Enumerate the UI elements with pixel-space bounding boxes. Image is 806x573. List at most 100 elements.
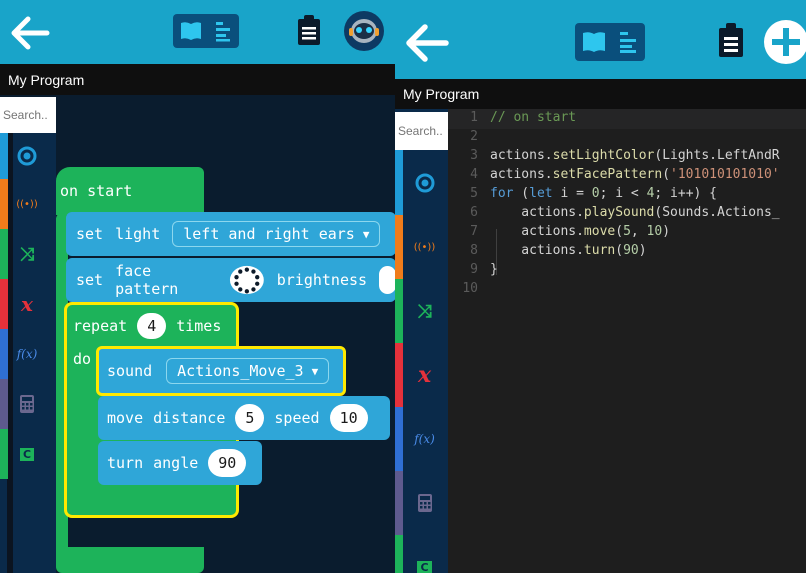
code-line[interactable]: actions.setLightColor(Lights.LeftAndR — [490, 148, 780, 163]
set-light-block[interactable]: set light left and right ears ▼ — [66, 212, 395, 256]
clipboard-icon[interactable] — [296, 14, 322, 46]
text-lines-icon[interactable] — [618, 30, 640, 54]
code-editor[interactable]: 1 2 3 4 5 6 7 8 9 10 // on start actions.setLightC… — [448, 109, 806, 573]
repeat-count-input[interactable]: 4 — [137, 313, 167, 339]
top-toolbar — [395, 0, 806, 79]
category-stripe — [0, 133, 8, 179]
speed-label: speed — [274, 409, 320, 427]
on-start-block[interactable]: on start — [56, 167, 204, 215]
arrow-left-icon[interactable] — [405, 24, 449, 62]
line-number: 1 — [470, 110, 478, 125]
category-stripe — [0, 379, 8, 429]
light-dropdown[interactable]: left and right ears ▼ — [172, 221, 381, 247]
category-variables[interactable]: x — [395, 343, 448, 407]
face-pattern-label: face pattern — [115, 262, 179, 298]
category-stripe — [0, 329, 8, 379]
on-start-label: on start — [60, 182, 133, 200]
javascript-editor-panel: My Program ((•)) ⤨ x f(x) — [395, 0, 806, 573]
category-stripe — [395, 279, 403, 343]
clipboard-icon[interactable] — [717, 22, 745, 58]
times-label: times — [176, 317, 222, 335]
page-title: My Program — [0, 64, 395, 95]
caret-down-icon: ▼ — [311, 364, 319, 378]
category-math[interactable] — [0, 379, 56, 429]
category-custom[interactable]: C — [395, 535, 448, 573]
category-functions[interactable]: f(x) — [0, 329, 56, 379]
calculator-icon — [417, 494, 432, 512]
blocks-workspace[interactable]: ((•)) ⤨ x f(x) C on start — [0, 95, 395, 573]
category-custom[interactable]: C — [0, 429, 56, 479]
category-stripe — [0, 229, 8, 279]
turn-keyword: turn — [107, 454, 144, 472]
variable-x-icon: x — [21, 292, 33, 316]
calculator-icon — [20, 395, 34, 413]
target-icon — [415, 173, 434, 192]
search-input[interactable] — [395, 112, 448, 150]
search-input[interactable] — [0, 97, 56, 133]
code-line[interactable]: actions.setFacePattern('101010101010' — [490, 167, 780, 182]
sound-block[interactable]: sound Actions_Move_3 ▼ — [96, 346, 346, 396]
code-line[interactable]: } — [490, 262, 498, 277]
plus-circle-icon[interactable] — [763, 19, 806, 65]
category-math[interactable] — [395, 471, 448, 535]
view-toggle[interactable] — [575, 23, 645, 61]
category-stripe — [0, 279, 8, 329]
category-stripe — [395, 150, 403, 215]
repeat-header: repeat 4 times — [67, 305, 236, 347]
brightness-input[interactable] — [379, 266, 395, 294]
shuffle-icon: ⤨ — [19, 243, 35, 265]
category-loops[interactable]: ⤨ — [395, 279, 448, 343]
angle-input[interactable]: 90 — [208, 449, 247, 477]
line-number: 4 — [470, 167, 478, 182]
code-line[interactable]: // on start — [490, 110, 576, 125]
sound-dropdown[interactable]: Actions_Move_3 ▼ — [166, 358, 330, 384]
view-toggle[interactable] — [173, 14, 239, 48]
light-value: left and right ears — [183, 225, 355, 243]
category-stripe — [0, 429, 8, 479]
category-stripe — [395, 535, 403, 573]
category-stripe — [395, 343, 403, 407]
sound-value: Actions_Move_3 — [177, 362, 304, 380]
light-label: light — [115, 225, 161, 243]
turn-block[interactable]: turn angle 90 — [98, 441, 262, 485]
distance-input[interactable]: 5 — [235, 404, 265, 432]
text-lines-icon[interactable] — [214, 20, 234, 42]
category-loops[interactable]: ⤨ — [0, 229, 56, 279]
category-stripe — [395, 215, 403, 279]
code-line[interactable]: for (let i = 0; i < 4; i++) { — [490, 186, 717, 201]
book-icon[interactable] — [581, 30, 607, 54]
code-line[interactable]: actions.playSound(Sounds.Actions_ — [490, 205, 779, 220]
top-toolbar — [0, 0, 395, 64]
move-block[interactable]: move distance 5 speed 10 — [98, 396, 390, 440]
book-icon[interactable] — [179, 20, 203, 42]
code-line[interactable]: actions.turn(90) — [490, 243, 646, 258]
category-sound[interactable]: ((•)) — [0, 179, 56, 229]
line-number: 7 — [470, 224, 478, 239]
set-keyword: set — [76, 271, 104, 289]
category-events[interactable] — [395, 150, 448, 215]
category-variables[interactable]: x — [0, 279, 56, 329]
set-keyword: set — [76, 225, 104, 243]
line-number: 8 — [470, 243, 478, 258]
line-number: 10 — [462, 281, 478, 296]
arrow-left-icon[interactable] — [10, 16, 50, 50]
blocks-editor-panel: My Program ((•)) ⤨ x f(x) — [0, 0, 395, 573]
robot-avatar-icon[interactable] — [343, 10, 385, 52]
face-pattern-icon[interactable] — [229, 264, 265, 296]
function-icon: f(x) — [414, 432, 435, 446]
angle-label: angle — [153, 454, 199, 472]
custom-c-icon: C — [417, 560, 432, 573]
set-face-block[interactable]: set face pattern brightness — [66, 258, 395, 302]
category-sound[interactable]: ((•)) — [395, 215, 448, 279]
broadcast-icon: ((•)) — [413, 241, 436, 253]
code-workspace: ((•)) ⤨ x f(x) C 1 2 3 4 5 6 7 8 9 — [395, 109, 806, 573]
speed-input[interactable]: 10 — [329, 404, 368, 432]
category-stripe — [0, 179, 8, 229]
sound-keyword: sound — [107, 362, 153, 380]
category-events[interactable] — [0, 133, 56, 179]
line-number: 5 — [470, 186, 478, 201]
custom-c-icon: C — [19, 447, 35, 461]
category-functions[interactable]: f(x) — [395, 407, 448, 471]
on-start-block-footer — [56, 547, 204, 573]
code-line[interactable]: actions.move(5, 10) — [490, 224, 670, 239]
